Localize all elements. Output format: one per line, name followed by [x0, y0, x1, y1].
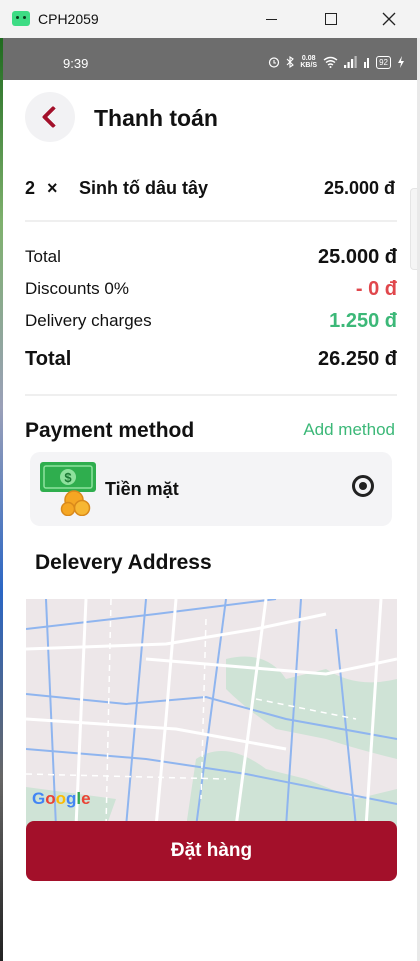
order-item-row: 2 × Sinh tố dâu tây 25.000 đ	[25, 178, 395, 202]
chevron-left-icon	[41, 105, 65, 129]
window-title: CPH2059	[38, 11, 99, 27]
item-quantity: 2	[25, 178, 36, 198]
discount-value: - 0 đ	[355, 278, 397, 300]
status-bar: 9:39 0.08 KB/S 92	[3, 38, 417, 80]
delivery-row: Delivery charges 1.250 đ	[25, 310, 397, 336]
subtotal-row: Total 25.000 đ	[25, 246, 397, 272]
radio-selected-icon[interactable]	[352, 475, 374, 497]
payment-option-cash[interactable]: $ Tiền mặt	[30, 452, 392, 526]
close-icon	[382, 12, 396, 26]
item-price: 25.000 đ	[323, 178, 395, 198]
page-header: Thanh toán	[3, 80, 417, 160]
bluetooth-icon	[286, 56, 295, 68]
alarm-icon	[269, 57, 280, 68]
delivery-value: 1.250 đ	[329, 310, 397, 332]
delivery-address-title: Delevery Address	[35, 551, 212, 574]
discount-row: Discounts 0% - 0 đ	[25, 278, 397, 304]
close-window-button[interactable]	[366, 0, 412, 38]
total-value: 26.250 đ	[318, 348, 397, 370]
android-app-icon	[12, 11, 30, 26]
delivery-map[interactable]: Google	[26, 599, 397, 827]
total-row: Total 26.250 đ	[25, 348, 397, 374]
signal-icon	[344, 56, 357, 68]
total-label: Total	[25, 348, 72, 370]
back-button[interactable]	[25, 92, 75, 142]
charging-icon	[398, 56, 404, 68]
add-method-link[interactable]: Add method	[303, 420, 395, 440]
minimize-icon	[265, 18, 277, 20]
page-title: Thanh toán	[94, 105, 218, 131]
discount-label: Discounts 0%	[25, 279, 129, 298]
floating-edge-tab[interactable]	[410, 188, 417, 270]
minimize-button[interactable]	[248, 0, 294, 38]
status-icons: 0.08 KB/S 92	[268, 55, 405, 69]
item-times-sign: ×	[47, 178, 58, 198]
cash-money-icon: $	[40, 462, 96, 516]
payment-method-title: Payment method	[25, 419, 195, 442]
maximize-icon	[325, 13, 337, 25]
battery-level: 92	[376, 55, 391, 69]
signal-2-icon	[364, 58, 370, 68]
phone-screen: 9:39 0.08 KB/S 92 Thanh toán 2 × Sinh tố …	[3, 38, 417, 961]
item-name: Sinh tố dâu tây	[79, 178, 209, 198]
window-title-bar: CPH2059	[0, 0, 420, 39]
wifi-icon	[323, 56, 338, 68]
status-time: 9:39	[63, 56, 89, 71]
divider	[25, 220, 397, 222]
divider	[25, 394, 397, 396]
network-speed: 0.08 KB/S	[300, 55, 318, 69]
payment-method-label: Tiền mặt	[105, 479, 179, 499]
maximize-button[interactable]	[308, 0, 354, 38]
svg-text:$: $	[64, 470, 72, 485]
subtotal-label: Total	[25, 247, 61, 266]
place-order-button[interactable]: Đặt hàng	[26, 821, 397, 881]
google-logo: Google	[32, 789, 91, 808]
delivery-label: Delivery charges	[25, 311, 152, 330]
subtotal-value: 25.000 đ	[318, 246, 397, 268]
